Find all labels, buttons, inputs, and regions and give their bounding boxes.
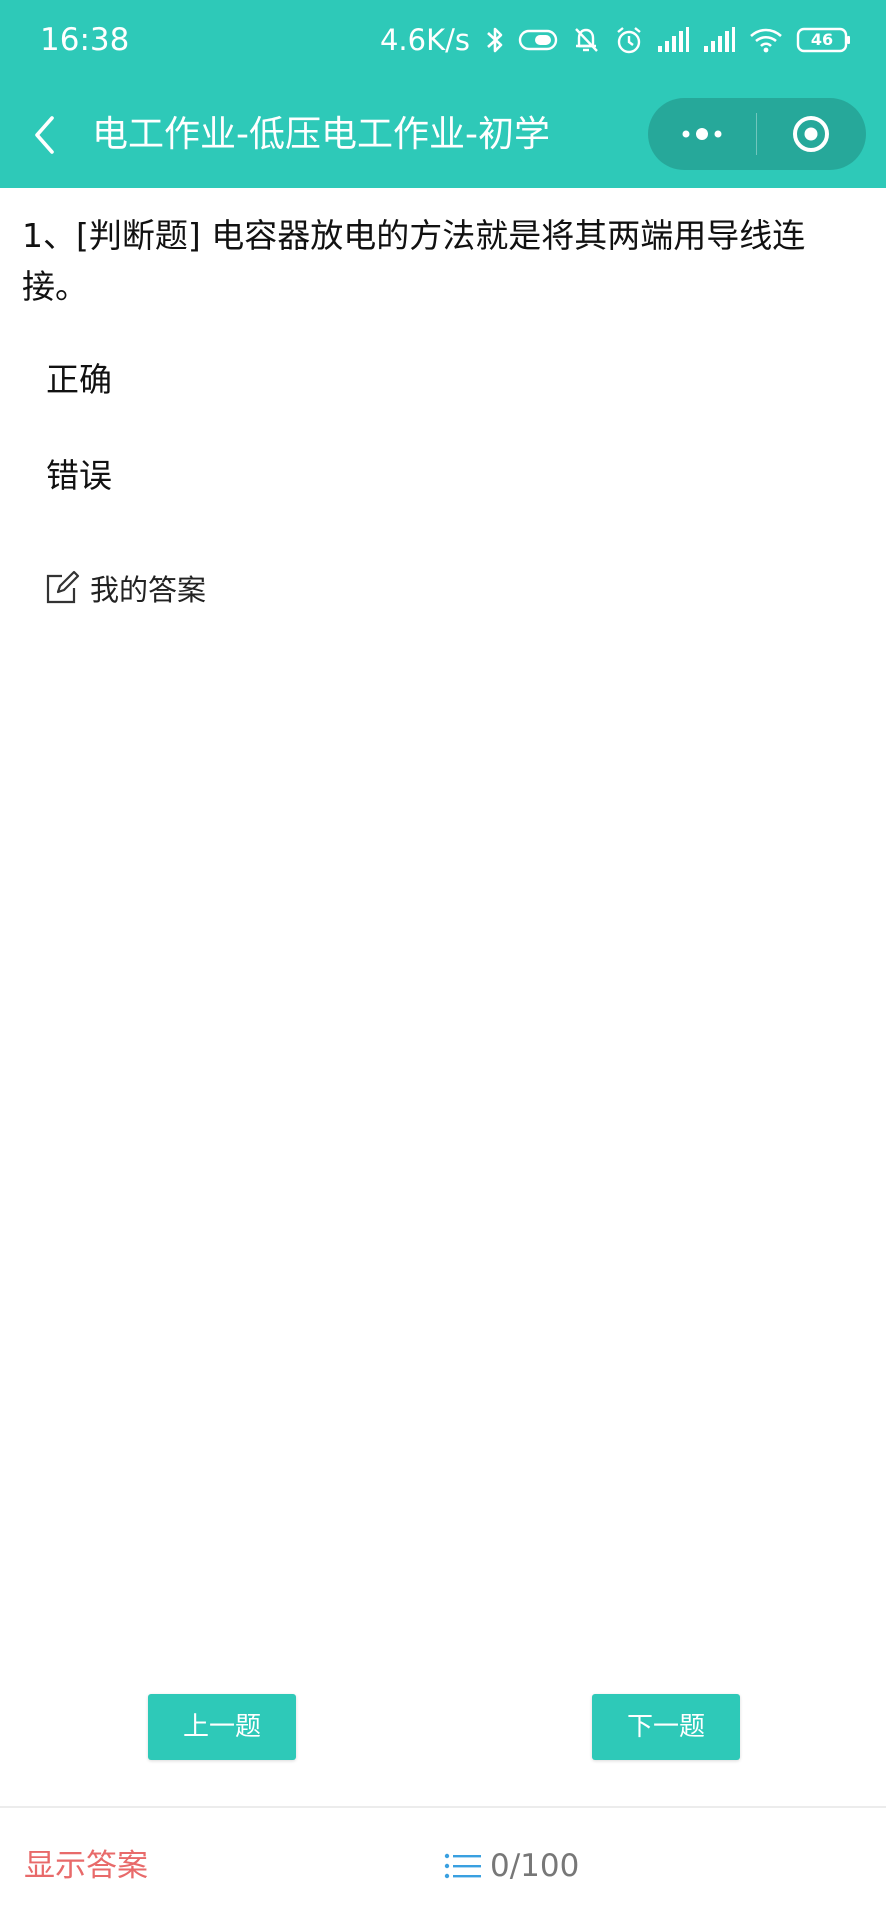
next-question-button[interactable]: 下一题 bbox=[592, 1694, 740, 1760]
my-answer: 我的答案 bbox=[44, 566, 206, 610]
battery-level: 46 bbox=[810, 30, 834, 49]
back-arrow-icon[interactable] bbox=[26, 110, 64, 160]
battery-icon: 46 bbox=[796, 26, 852, 54]
prev-question-button[interactable]: 上一题 bbox=[148, 1694, 296, 1760]
question-progress[interactable]: 0/100 bbox=[444, 1844, 579, 1888]
question-text: 1、[判断题] 电容器放电的方法就是将其两端用导线连接。 bbox=[22, 216, 806, 306]
title-bar: 电工作业-低压电工作业-初学 bbox=[0, 82, 886, 188]
signal-icon bbox=[658, 27, 689, 52]
status-icons: 4.6K/s 46 bbox=[380, 18, 852, 62]
option-false[interactable]: 错误 bbox=[46, 446, 446, 506]
close-button[interactable] bbox=[757, 98, 865, 170]
list-icon bbox=[444, 1853, 481, 1879]
wifi-icon bbox=[750, 28, 782, 53]
option-true[interactable]: 正确 bbox=[46, 350, 446, 410]
progress-text: 0/100 bbox=[490, 1848, 580, 1884]
mini-program-capsule bbox=[648, 98, 866, 170]
bottom-bar: 显示答案 0/100 bbox=[0, 1806, 886, 1920]
more-dots-icon bbox=[682, 128, 722, 140]
my-answer-label: 我的答案 bbox=[90, 573, 207, 607]
signal-icon bbox=[704, 27, 735, 52]
status-bar: 16:38 4.6K/s 46 bbox=[0, 0, 886, 82]
show-answer-button[interactable]: 显示答案 bbox=[24, 1844, 148, 1888]
more-button[interactable] bbox=[648, 98, 756, 170]
toggle-icon bbox=[518, 29, 558, 51]
net-speed: 4.6K/s bbox=[379, 23, 470, 57]
page-title: 电工作业-低压电工作业-初学 bbox=[92, 114, 550, 155]
mute-icon bbox=[575, 28, 598, 52]
edit-icon bbox=[46, 570, 80, 604]
status-time: 16:38 bbox=[40, 22, 130, 58]
alarm-icon bbox=[617, 27, 641, 54]
bluetooth-icon bbox=[487, 27, 503, 53]
target-close-icon bbox=[793, 116, 829, 152]
